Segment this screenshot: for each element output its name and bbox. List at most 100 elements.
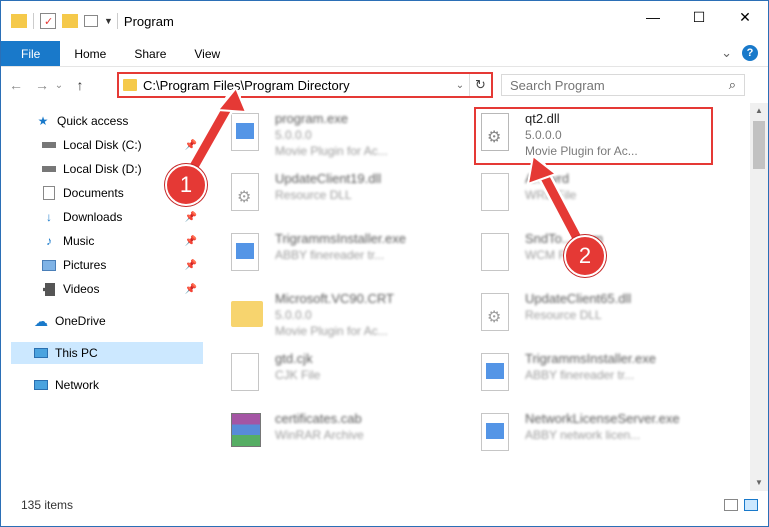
up-button[interactable]: ↑: [69, 73, 91, 97]
tab-view[interactable]: View: [180, 41, 234, 66]
new-folder-icon[interactable]: [62, 14, 78, 28]
sidebar-item-local-disk-c[interactable]: Local Disk (C:) 📌: [41, 134, 205, 156]
file-name: NetworkLicenseServer.exe: [525, 411, 680, 426]
file-icon: [481, 233, 515, 275]
folder-icon: [231, 293, 265, 335]
drive-icon: [41, 138, 57, 152]
explorer-window: ✓ ▼ Program — ☐ ✕ File Home Share View ⌄…: [0, 0, 769, 527]
help-icon[interactable]: ?: [742, 45, 758, 61]
callout-badge-one: 1: [165, 164, 207, 206]
pin-icon[interactable]: 📌: [185, 140, 197, 151]
scroll-down-icon[interactable]: ▼: [750, 475, 768, 491]
ribbon-right: ⌄ ?: [721, 45, 758, 61]
tab-file[interactable]: File: [1, 41, 61, 66]
tab-home[interactable]: Home: [60, 41, 120, 66]
divider: [116, 13, 118, 29]
star-icon: ★: [37, 114, 49, 128]
folder-icon: [123, 79, 137, 91]
file-name: Microsoft.VC90.CRT: [275, 291, 394, 306]
dll-icon: [231, 173, 265, 215]
navigation-pane: ★ Quick access Local Disk (C:) 📌 Local D…: [1, 103, 205, 491]
music-icon: ♪: [46, 234, 52, 248]
address-path[interactable]: C:\Program Files\Program Directory: [143, 78, 451, 93]
drive-icon: [41, 162, 57, 176]
sidebar-item-videos[interactable]: Videos 📌: [41, 278, 205, 300]
item-count: 135 items: [21, 498, 74, 512]
sidebar-item-music[interactable]: ♪ Music 📌: [41, 230, 205, 252]
sidebar-item-label: Pictures: [63, 258, 107, 272]
download-icon: ↓: [46, 210, 52, 224]
file-meta: ABBY network licen...: [525, 428, 641, 442]
customize-icon[interactable]: [84, 15, 98, 27]
sidebar-item-onedrive[interactable]: ☁ OneDrive: [33, 310, 205, 332]
list-item[interactable]: gtd.cjk CJK File: [207, 347, 457, 405]
scrollbar-thumb[interactable]: [753, 121, 765, 169]
window-controls: — ☐ ✕: [630, 1, 768, 33]
exe-icon: [481, 413, 515, 455]
sidebar-item-label: Local Disk (D:): [63, 162, 142, 176]
sidebar-item-quick-access[interactable]: ★ Quick access: [35, 110, 205, 132]
sidebar-item-network[interactable]: Network: [33, 374, 205, 396]
sidebar-item-label: Quick access: [57, 114, 129, 128]
file-name: certificates.cab: [275, 411, 362, 426]
refresh-button[interactable]: ↻: [469, 74, 491, 96]
sidebar-item-downloads[interactable]: ↓ Downloads 📌: [41, 206, 205, 228]
vertical-scrollbar[interactable]: ▲ ▼: [750, 103, 768, 491]
ribbon-tabs: File Home Share View ⌄ ?: [1, 41, 768, 67]
minimize-button[interactable]: —: [630, 1, 676, 33]
chevron-down-icon[interactable]: ⌄: [451, 80, 469, 91]
documents-icon: [41, 186, 57, 200]
expand-ribbon-icon[interactable]: ⌄: [721, 45, 732, 61]
sidebar-item-label: Music: [63, 234, 95, 248]
search-input[interactable]: [510, 77, 729, 93]
list-item[interactable]: TrigrammsInstaller.exe ABBY finereader tr…: [457, 347, 707, 405]
sidebar-item-label: This PC: [55, 346, 98, 360]
list-item[interactable]: program.exe 5.0.0.0 Movie Plugin for Ac...: [207, 107, 457, 165]
pin-icon[interactable]: 📌: [185, 212, 197, 223]
maximize-button[interactable]: ☐: [676, 1, 722, 33]
computer-icon: [33, 346, 49, 360]
folder-icon[interactable]: [11, 14, 27, 28]
address-bar[interactable]: C:\Program Files\Program Directory ⌄ ↻: [117, 72, 493, 98]
file-name: UpdateClient65.dll: [525, 291, 632, 306]
status-bar: 135 items: [1, 491, 768, 519]
file-meta: WRD File: [525, 188, 577, 202]
sidebar-item-label: Videos: [63, 282, 100, 296]
file-icon: [231, 353, 265, 395]
close-button[interactable]: ✕: [722, 1, 768, 33]
list-item[interactable]: NetworkLicenseServer.exe ABBY network lic…: [457, 407, 707, 465]
back-button[interactable]: ←: [5, 73, 27, 97]
list-item[interactable]: UpdateClient65.dll Resource DLL: [457, 287, 707, 345]
list-item[interactable]: UpdateClient19.dll Resource DLL: [207, 167, 457, 225]
navigation-bar: ← → ⌄ ↑ C:\Program Files\Program Directo…: [1, 67, 768, 103]
file-icon: [481, 173, 515, 215]
tiles-view-icon[interactable]: [744, 499, 758, 511]
file-meta: CJK File: [275, 368, 321, 382]
pin-icon[interactable]: 📌: [185, 260, 197, 271]
search-icon[interactable]: ⌕: [729, 77, 736, 93]
scroll-up-icon[interactable]: ▲: [750, 103, 768, 119]
sidebar-item-label: Documents: [63, 186, 124, 200]
pin-icon[interactable]: 📌: [185, 284, 197, 295]
tab-share[interactable]: Share: [120, 41, 180, 66]
file-name: TrigrammsInstaller.exe: [275, 231, 406, 246]
title-bar: ✓ ▼ Program — ☐ ✕: [1, 1, 768, 41]
details-view-icon[interactable]: [724, 499, 738, 511]
list-item[interactable]: certificates.cab WinRAR Archive: [207, 407, 457, 465]
sidebar-item-this-pc[interactable]: This PC: [11, 342, 203, 364]
list-item[interactable]: A....wrd WRD File: [457, 167, 707, 225]
exe-icon: [231, 113, 265, 155]
file-name: UpdateClient19.dll: [275, 171, 382, 186]
file-meta: 5.0.0.0: [275, 308, 312, 322]
recent-locations-button[interactable]: ⌄: [53, 73, 65, 97]
divider: [33, 13, 34, 29]
pin-icon[interactable]: 📌: [185, 236, 197, 247]
forward-button[interactable]: →: [31, 73, 53, 97]
list-item[interactable]: Microsoft.VC90.CRT 5.0.0.0 Movie Plugin fo…: [207, 287, 457, 345]
chevron-down-icon[interactable]: ▼: [104, 16, 113, 26]
properties-icon[interactable]: ✓: [40, 13, 56, 29]
dll-icon: [481, 293, 515, 335]
sidebar-item-pictures[interactable]: Pictures 📌: [41, 254, 205, 276]
list-item[interactable]: TrigrammsInstaller.exe ABBY finereader tr…: [207, 227, 457, 285]
search-box[interactable]: ⌕: [501, 74, 745, 96]
